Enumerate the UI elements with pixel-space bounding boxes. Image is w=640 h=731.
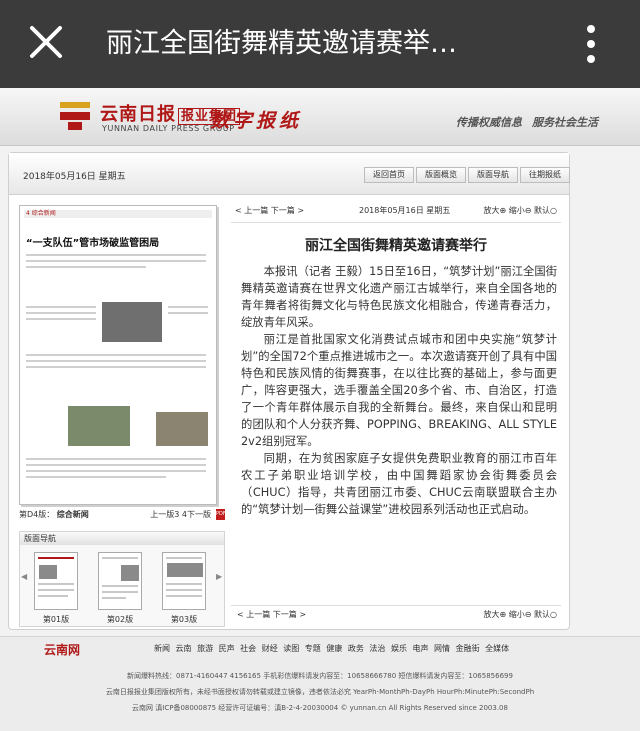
text-line <box>26 306 96 308</box>
newspaper-site: 云南日报 报业集团 YUNNAN DAILY PRESS GROUP 数字报纸 传… <box>0 88 640 731</box>
text-line <box>26 354 206 356</box>
page-mini-03[interactable] <box>162 552 206 610</box>
article-footer: < 上一篇 下一篇 > 放大⊕ 缩小⊖ 默认○ <box>231 605 561 621</box>
text-line <box>26 318 96 320</box>
digital-newspaper-title: 数字报纸 <box>210 110 303 132</box>
pdf-icon[interactable]: PDF <box>216 509 226 520</box>
footer-license: 云南网 滇ICP备08000875 经营许可证编号：滇B-2-4-2003000… <box>132 704 508 712</box>
text-line <box>26 360 206 362</box>
page-name: 综合新闻 <box>56 510 89 519</box>
article-paragraph: 同期，在为贫困家庭子女提供免费职业教育的丽江市百年农工子弟职业培训学校，由中国舞… <box>241 452 557 516</box>
tab-overview[interactable]: 版面概览 <box>416 167 466 183</box>
page-mini-label[interactable]: 第02版 <box>98 614 142 625</box>
chevron-right-icon[interactable]: ▶ <box>216 572 222 594</box>
site-header: 云南日报 报业集团 YUNNAN DAILY PRESS GROUP 数字报纸 传… <box>0 88 640 146</box>
page-prev-next[interactable]: 上一版3 4下一版 <box>150 509 211 520</box>
text-line <box>26 470 206 472</box>
slogan: 传播权威信息 服务社会生活 <box>456 116 598 129</box>
page-thumbnail[interactable]: 4 综合新闻 “一支队伍”管市场破监管困局 <box>19 205 217 505</box>
thumbnail-section: 4 综合新闻 <box>24 210 212 218</box>
reader-panel: 2018年05月16日 星期五 返回首页 版面概览 版面导航 往期报纸 4 综合… <box>8 152 570 630</box>
more-options-icon[interactable] <box>578 22 604 66</box>
text-line <box>26 476 166 478</box>
article-header: < 上一篇 下一篇 > 2018年05月16日 星期五 放大⊕ 缩小⊖ 默认○ <box>231 201 561 223</box>
issue-date: 2018年05月16日 星期五 <box>23 172 126 182</box>
app-header-bar: 丽江全国街舞精英邀请赛举… <box>0 0 640 88</box>
nav-tabs: 返回首页 版面概览 版面导航 往期报纸 <box>364 167 572 183</box>
tab-page-nav[interactable]: 版面导航 <box>468 167 518 183</box>
article-paragraph: 本报讯（记者 王毅）15日至16日，“筑梦计划”丽江全国街舞精英邀请赛在世界文化… <box>241 265 557 329</box>
footer-nav[interactable]: 新闻 云南 旅游 民声 社会 财经 读图 专题 健康 政务 法治 娱乐 电声 网… <box>154 643 509 654</box>
article-paragraph: 丽江是首批国家文化消费试点城市和团中央实施“筑梦计划”的全国72个重点推进城市之… <box>241 333 557 448</box>
text-line <box>168 312 208 314</box>
page-navigator-header: 版面导航 <box>20 532 224 545</box>
page-mini-label[interactable]: 第03版 <box>162 614 206 625</box>
text-line <box>26 366 206 368</box>
thumbnail-footer: 第D4版： 综合新闻 上一版3 4下一版 PDF <box>19 509 226 521</box>
footer-copyright: 云南日报报业集团版权所有，未经书面授权请勿转载或建立镜像，违者依法必究 Year… <box>105 688 535 696</box>
close-icon[interactable] <box>26 22 66 62</box>
text-line <box>26 254 206 256</box>
yunnan-net-logo[interactable]: 云南网 <box>44 641 80 658</box>
tab-archive[interactable]: 往期报纸 <box>520 167 570 183</box>
text-line <box>26 266 146 268</box>
article-body: 本报讯（记者 王毅）15日至16日，“筑梦计划”丽江全国街舞精英邀请赛在世界文化… <box>241 263 557 518</box>
yunnan-daily-logo-icon[interactable] <box>58 98 94 134</box>
text-line <box>26 260 206 262</box>
article-nav[interactable]: < 上一篇 下一篇 > <box>235 205 304 216</box>
panel-toolbar: 2018年05月16日 星期五 返回首页 版面概览 版面导航 往期报纸 <box>9 153 572 195</box>
thumbnail-photo <box>68 406 130 446</box>
site-footer: 云南网 新闻 云南 旅游 民声 社会 财经 读图 专题 健康 政务 法治 娱乐 … <box>0 636 640 731</box>
text-line <box>168 306 208 308</box>
page-label: 第D4版： <box>19 510 55 519</box>
text-line <box>26 464 206 466</box>
footer-zoom-controls[interactable]: 放大⊕ 缩小⊖ 默认○ <box>484 609 557 620</box>
page-mini-01[interactable] <box>34 552 78 610</box>
page-mini-02[interactable] <box>98 552 142 610</box>
zoom-controls[interactable]: 放大⊕ 缩小⊖ 默认○ <box>484 205 557 216</box>
article-title: 丽江全国街舞精英邀请赛举行 <box>305 238 487 254</box>
text-line <box>26 458 206 460</box>
thumbnail-photo <box>102 302 162 342</box>
thumbnail-headline[interactable]: “一支队伍”管市场破监管困局 <box>26 234 159 249</box>
footer-hotline: 新闻爆料热线：0871-4160447 4156165 手机彩信爆料请发内容至：… <box>127 672 513 680</box>
page-navigator: 版面导航 ◀ ▶ 第01版 第02版 第03版 <box>19 531 225 627</box>
thumbnail-photo <box>156 412 208 446</box>
chevron-left-icon[interactable]: ◀ <box>21 572 27 594</box>
page-mini-label[interactable]: 第01版 <box>34 614 78 625</box>
text-line <box>26 312 96 314</box>
page-title: 丽江全国街舞精英邀请赛举… <box>106 28 457 59</box>
tab-home[interactable]: 返回首页 <box>364 167 414 183</box>
article-footer-nav[interactable]: < 上一篇 下一篇 > <box>237 609 306 620</box>
article-date: 2018年05月16日 星期五 <box>359 206 451 215</box>
